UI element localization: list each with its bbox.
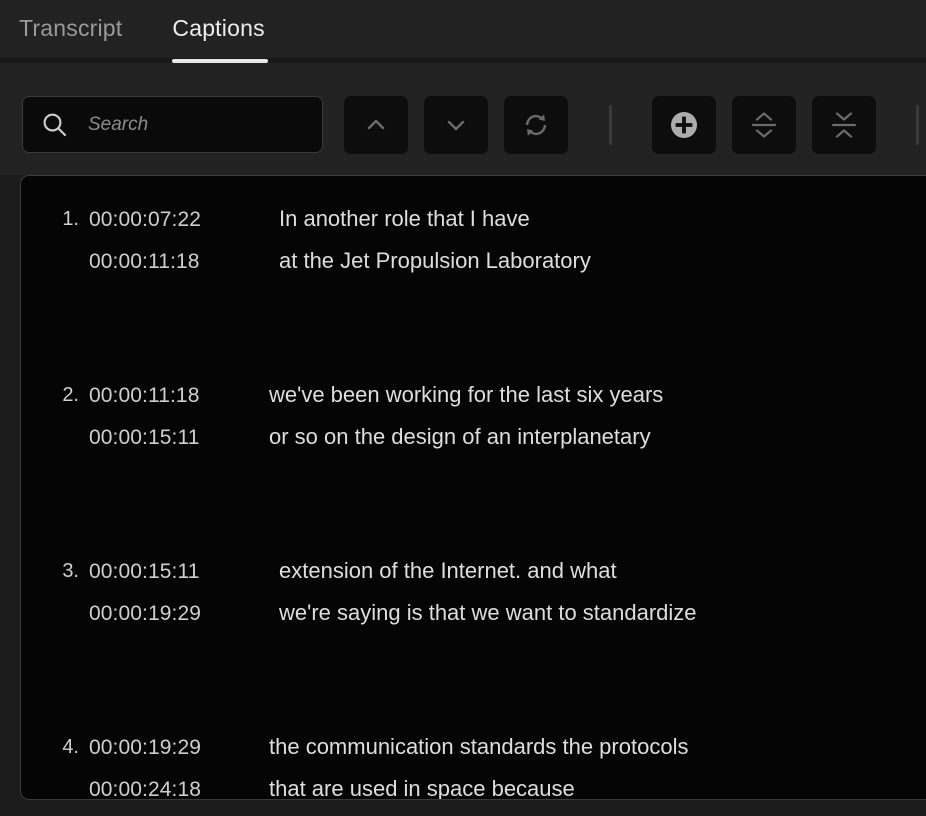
caption-start-time[interactable]: 00:00:15:11 bbox=[89, 561, 199, 582]
search-input[interactable] bbox=[88, 113, 335, 136]
caption-line-start: 1. 00:00:07:22 In another role that I ha… bbox=[21, 198, 926, 240]
add-caption-button[interactable] bbox=[652, 96, 716, 154]
caption-text-line-1[interactable]: extension of the Internet. and what bbox=[279, 560, 617, 582]
caption-line-end: 00:00:15:11 or so on the design of an in… bbox=[21, 416, 926, 458]
captions-toolbar bbox=[0, 63, 926, 175]
caption-end-time[interactable]: 00:00:19:29 bbox=[89, 603, 201, 624]
caption-index: 2. bbox=[62, 384, 79, 406]
next-caption-button[interactable] bbox=[424, 96, 488, 154]
tab-transcript[interactable]: Transcript bbox=[19, 0, 122, 63]
refresh-icon bbox=[525, 114, 547, 136]
chevron-down-icon bbox=[447, 120, 465, 131]
merge-caption-button[interactable] bbox=[812, 96, 876, 154]
tab-bar: Transcript Captions bbox=[0, 0, 926, 63]
table-row[interactable]: 4. 00:00:19:29 the communication standar… bbox=[21, 704, 926, 800]
caption-end-time[interactable]: 00:00:11:18 bbox=[89, 251, 199, 272]
search-box[interactable] bbox=[22, 96, 335, 153]
caption-end-time[interactable]: 00:00:24:18 bbox=[89, 779, 201, 800]
previous-caption-button[interactable] bbox=[344, 96, 408, 154]
caption-text-line-1[interactable]: In another role that I have bbox=[279, 208, 530, 230]
toolbar-divider-left bbox=[609, 105, 612, 145]
caption-line-start: 4. 00:00:19:29 the communication standar… bbox=[21, 726, 926, 768]
caption-index: 1. bbox=[62, 208, 79, 230]
table-row[interactable]: 1. 00:00:07:22 In another role that I ha… bbox=[21, 176, 926, 352]
chevron-up-icon bbox=[367, 119, 385, 130]
caption-end-time[interactable]: 00:00:15:11 bbox=[89, 427, 199, 448]
caption-text-line-2[interactable]: we're saying is that we want to standard… bbox=[279, 602, 697, 624]
search-icon bbox=[43, 113, 67, 136]
caption-start-time[interactable]: 00:00:19:29 bbox=[89, 737, 201, 758]
caption-text-line-2[interactable]: or so on the design of an interplanetary bbox=[269, 426, 651, 448]
plus-circle-icon bbox=[671, 112, 697, 138]
caption-text-line-1[interactable]: we've been working for the last six year… bbox=[269, 384, 663, 406]
caption-text-line-2[interactable]: that are used in space because bbox=[269, 778, 575, 800]
caption-start-time[interactable]: 00:00:11:18 bbox=[89, 385, 199, 406]
caption-line-end: 00:00:19:29 we're saying is that we want… bbox=[21, 592, 926, 634]
caption-start-time[interactable]: 00:00:07:22 bbox=[89, 209, 201, 230]
caption-line-end: 00:00:24:18 that are used in space becau… bbox=[21, 768, 926, 800]
caption-list[interactable]: 1. 00:00:07:22 In another role that I ha… bbox=[20, 175, 926, 800]
tab-captions[interactable]: Captions bbox=[172, 0, 269, 63]
table-row[interactable]: 3. 00:00:15:11 extension of the Internet… bbox=[21, 528, 926, 704]
toolbar-divider-right bbox=[916, 105, 919, 145]
caption-text-line-2[interactable]: at the Jet Propulsion Laboratory bbox=[279, 250, 591, 272]
merge-icon bbox=[831, 112, 857, 138]
tab-captions-label: Captions bbox=[172, 15, 265, 41]
caption-index: 4. bbox=[62, 736, 79, 758]
caption-index: 3. bbox=[62, 560, 79, 582]
table-row[interactable]: 2. 00:00:11:18 we've been working for th… bbox=[21, 352, 926, 528]
caption-line-end: 00:00:11:18 at the Jet Propulsion Labora… bbox=[21, 240, 926, 282]
caption-line-start: 2. 00:00:11:18 we've been working for th… bbox=[21, 374, 926, 416]
split-caption-button[interactable] bbox=[732, 96, 796, 154]
split-icon bbox=[751, 112, 777, 138]
tab-transcript-label: Transcript bbox=[19, 15, 123, 41]
caption-line-start: 3. 00:00:15:11 extension of the Internet… bbox=[21, 550, 926, 592]
caption-text-line-1[interactable]: the communication standards the protocol… bbox=[269, 736, 688, 758]
sync-captions-button[interactable] bbox=[504, 96, 568, 154]
